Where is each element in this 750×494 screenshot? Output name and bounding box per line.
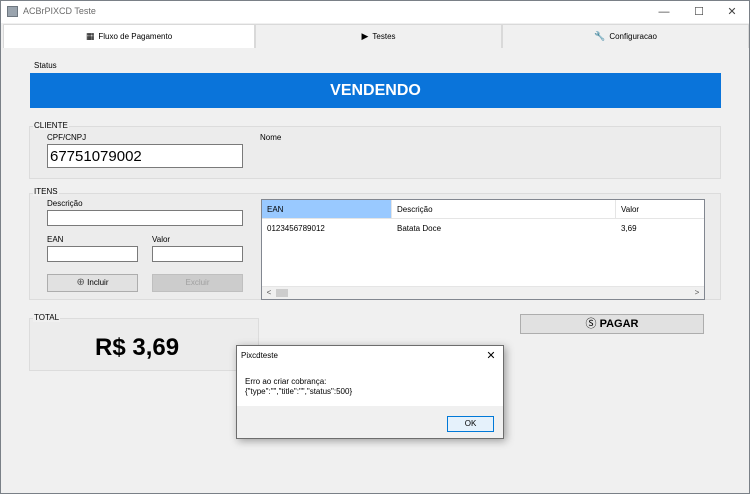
pagar-label: PAGAR	[599, 318, 639, 330]
itens-grid: EAN Descrição Valor 0123456789012 Batata…	[261, 199, 705, 300]
cell-valor: 3,69	[621, 224, 637, 233]
ean-label: EAN	[47, 235, 64, 244]
error-dialog: Pixcdteste ✕ Erro ao criar cobrança: {"t…	[236, 345, 504, 439]
cell-ean: 0123456789012	[267, 224, 325, 233]
dialog-close-button[interactable]: ✕	[483, 348, 499, 364]
tab-fluxo-de-pagamento[interactable]: ▦ Fluxo de Pagamento	[3, 24, 255, 48]
tab-label: Fluxo de Pagamento	[98, 32, 173, 41]
valor-label: Valor	[152, 235, 171, 244]
status-banner: VENDENDO	[30, 73, 721, 108]
maximize-button[interactable]: ☐	[684, 1, 714, 23]
cell-descricao: Batata Doce	[397, 224, 442, 233]
total-value: R$ 3,69	[95, 334, 180, 361]
wrench-icon: 🔧	[594, 32, 606, 42]
tab-configuracao[interactable]: 🔧 Configuracao	[502, 24, 749, 48]
itens-group-label: ITENS	[33, 187, 59, 196]
nome-label: Nome	[260, 133, 282, 142]
play-icon: ▶	[361, 32, 369, 42]
dollar-circle-icon: Ⓢ	[585, 317, 597, 330]
dialog-message-line1: Erro ao criar cobrança:	[245, 377, 327, 386]
dialog-title: Pixcdteste	[241, 351, 278, 360]
title-bar: ACBrPIXCD Teste — ☐ ✕	[1, 1, 749, 23]
tab-testes[interactable]: ▶ Testes	[255, 24, 502, 48]
scroll-right-icon[interactable]: >	[692, 287, 702, 299]
close-button[interactable]: ✕	[717, 1, 747, 23]
cliente-group-label: CLIENTE	[33, 121, 69, 130]
app-icon	[7, 6, 18, 17]
incluir-label: Incluir	[87, 278, 109, 287]
total-label: TOTAL	[33, 313, 61, 322]
excluir-button[interactable]: Excluir	[152, 274, 243, 292]
ok-button[interactable]: OK	[447, 416, 494, 432]
column-header-ean[interactable]: EAN	[262, 200, 392, 219]
cpf-label: CPF/CNPJ	[47, 133, 87, 142]
tab-label: Configuracao	[609, 32, 657, 41]
cpf-input[interactable]: 67751079002	[47, 144, 243, 168]
minimize-button[interactable]: —	[649, 1, 679, 23]
dialog-message-line2: {"type":"","title":"","status":500}	[245, 387, 353, 396]
plus-circle-icon: ⊕	[76, 277, 85, 288]
horizontal-scrollbar[interactable]: < >	[262, 286, 704, 299]
window-title: ACBrPIXCD Teste	[23, 6, 96, 16]
qr-code-icon: ▦	[85, 32, 95, 42]
tab-bar: ▦ Fluxo de Pagamento ▶ Testes 🔧 Configuraca…	[3, 24, 749, 48]
incluir-button[interactable]: ⊕ Incluir	[47, 274, 138, 292]
column-header-valor[interactable]: Valor	[616, 200, 704, 219]
valor-input[interactable]	[152, 246, 243, 262]
tab-label: Testes	[372, 32, 396, 41]
ean-input[interactable]	[47, 246, 138, 262]
status-label: Status	[34, 61, 57, 70]
descricao-input[interactable]	[47, 210, 243, 226]
table-row[interactable]: 0123456789012 Batata Doce 3,69	[262, 220, 704, 238]
dialog-body: Erro ao criar cobrança: {"type":"","titl…	[237, 366, 503, 406]
descricao-label: Descrição	[47, 199, 83, 208]
scroll-thumb[interactable]	[276, 289, 288, 297]
pagar-button[interactable]: Ⓢ PAGAR	[520, 314, 704, 334]
scroll-left-icon[interactable]: <	[264, 287, 274, 299]
dialog-title-bar: Pixcdteste ✕	[237, 346, 503, 366]
column-header-descricao[interactable]: Descrição	[392, 200, 616, 219]
